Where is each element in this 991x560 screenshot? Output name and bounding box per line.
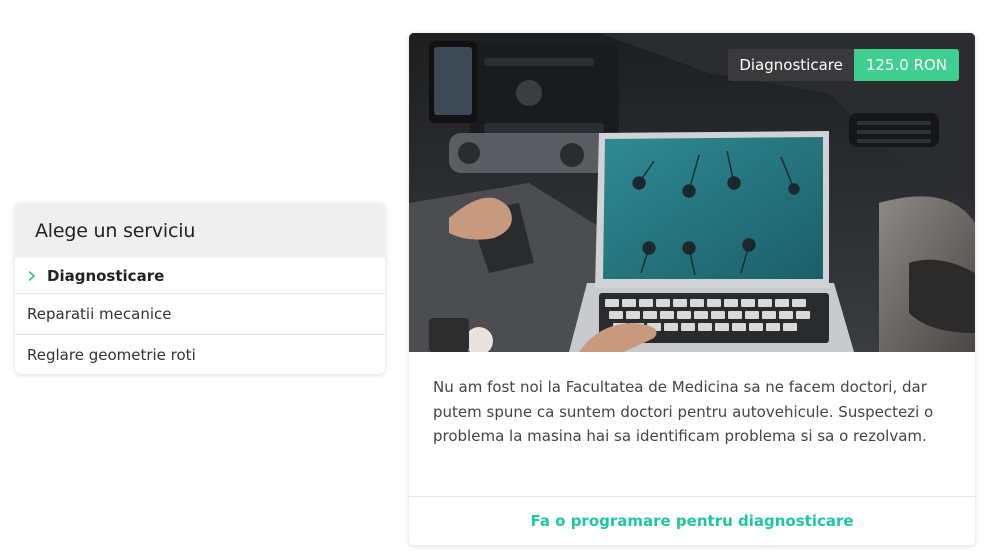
chevron-right-icon bbox=[28, 270, 38, 281]
menu-item-label: Reparatii mecanice bbox=[27, 305, 172, 323]
service-menu: Alege un serviciu Diagnosticare Reparati… bbox=[15, 203, 385, 374]
price-badge: 125.0 RON bbox=[853, 49, 959, 81]
service-name-badge: Diagnosticare bbox=[728, 49, 854, 81]
menu-item-reparatii-mecanice[interactable]: Reparatii mecanice bbox=[15, 293, 385, 334]
menu-item-diagnosticare[interactable]: Diagnosticare bbox=[15, 258, 385, 293]
service-card: Diagnosticare 125.0 RON Nu am fost noi l… bbox=[409, 33, 975, 545]
service-badge: Diagnosticare 125.0 RON bbox=[728, 49, 959, 81]
menu-title: Alege un serviciu bbox=[15, 203, 385, 258]
menu-item-label: Reglare geometrie roti bbox=[27, 346, 196, 364]
book-appointment-link[interactable]: Fa o programare pentru diagnosticare bbox=[409, 497, 975, 545]
menu-item-label: Diagnosticare bbox=[47, 266, 165, 285]
menu-item-reglare-geometrie-roti[interactable]: Reglare geometrie roti bbox=[15, 334, 385, 374]
service-description: Nu am fost noi la Facultatea de Medicina… bbox=[433, 378, 934, 445]
service-photo: Diagnosticare 125.0 RON bbox=[409, 33, 975, 355]
